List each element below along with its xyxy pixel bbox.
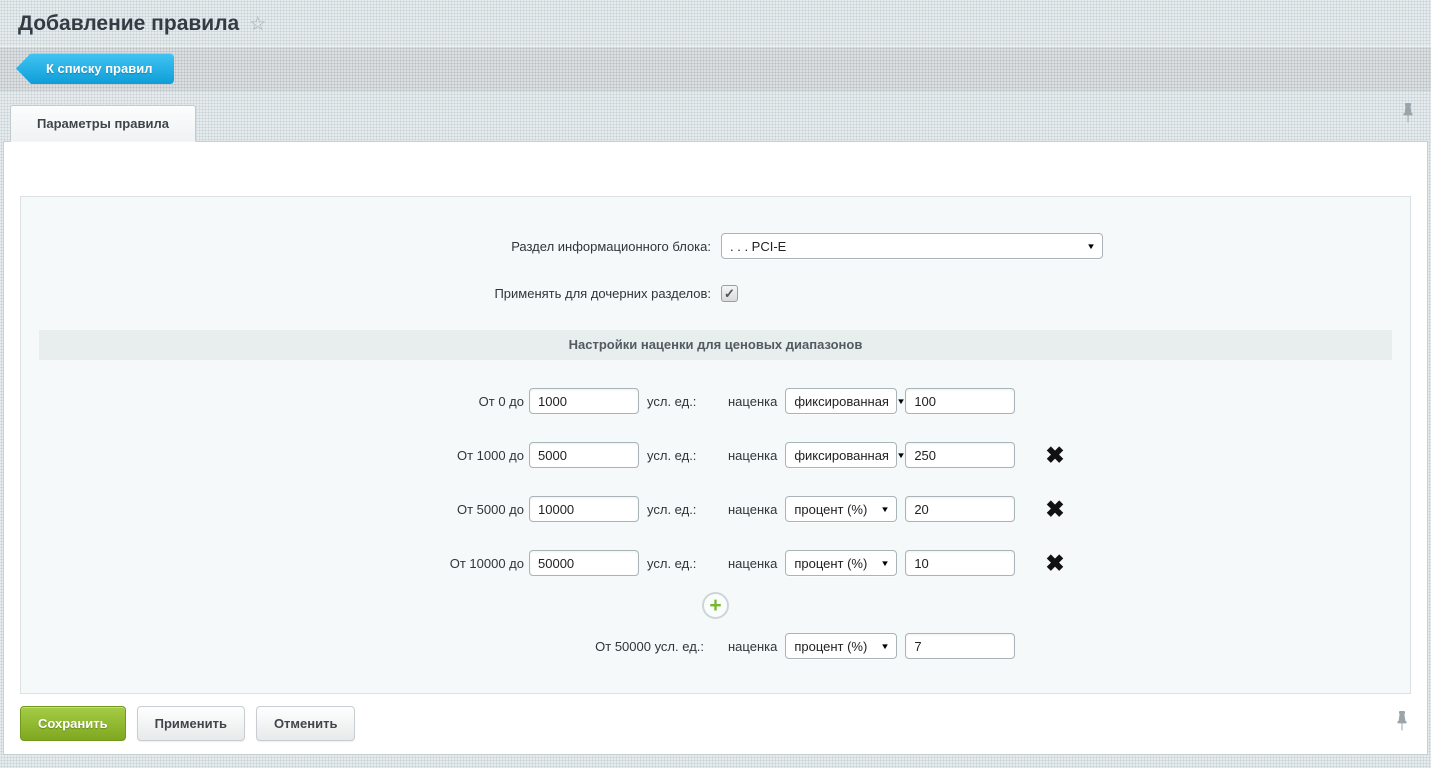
page-title: Добавление правила [18,12,239,36]
tab-strip: Параметры правила [0,98,1431,141]
markup-type-value: процент (%) [794,556,867,571]
form-panel: Раздел информационного блока: . . . PCI-… [20,196,1411,694]
favorite-star-icon[interactable]: ☆ [249,13,266,36]
pin-icon-glyph [1395,711,1409,732]
markup-label: наценка [728,502,777,517]
markup-label: наценка [728,556,777,571]
markup-type-select[interactable]: процент (%) ▼ [785,550,897,576]
range-from-label: От 10000 до [21,556,529,571]
markup-type-select[interactable]: фиксированная ▼ [785,442,897,468]
form-content: Раздел информационного блока: . . . PCI-… [3,141,1428,755]
units-label: усл. ед.: [647,448,704,463]
apply-children-label: Применять для дочерних разделов: [21,286,711,301]
toolbar: К списку правил [0,46,1431,91]
apply-children-row: Применять для дочерних разделов: ✓ [21,285,1410,302]
markup-type-value: процент (%) [794,639,867,654]
markup-value-input[interactable] [905,550,1015,576]
pin-icon-glyph [1401,103,1415,124]
remove-row-button[interactable]: ✖ [1045,444,1064,467]
units-label: усл. ед.: [647,394,704,409]
apply-button[interactable]: Применить [137,706,245,741]
dropdown-arrow-icon: ▼ [896,397,906,406]
tab-rule-parameters[interactable]: Параметры правила [10,105,196,142]
markup-type-select[interactable]: процент (%) ▼ [785,496,897,522]
final-range-label: От 50000 усл. ед.: [21,639,704,654]
markup-type-select[interactable]: фиксированная ▼ [785,388,897,414]
price-range-row: От 10000 до усл. ед.: наценка процент (%… [21,550,1410,576]
back-to-list-button[interactable]: К списку правил [16,53,174,84]
units-label: усл. ед.: [647,502,704,517]
cancel-button[interactable]: Отменить [256,706,356,741]
markup-value-input[interactable] [905,388,1015,414]
dropdown-arrow-icon: ▼ [896,451,906,460]
range-from-label: От 5000 до [21,502,529,517]
checkmark-icon: ✓ [724,287,735,300]
markup-value-input[interactable] [905,496,1015,522]
remove-row-button[interactable]: ✖ [1045,498,1064,521]
iblock-section-label: Раздел информационного блока: [21,239,711,254]
footer-action-bar: Сохранить Применить Отменить [4,694,1427,754]
dropdown-arrow-icon: ▼ [1086,242,1096,251]
dropdown-arrow-icon: ▼ [881,559,891,568]
ranges-section-header: Настройки наценки для ценовых диапазонов [39,330,1392,360]
range-from-label: От 1000 до [21,448,529,463]
iblock-section-select-value: . . . PCI-E [730,239,786,254]
units-label: усл. ед.: [647,556,704,571]
markup-label: наценка [728,394,777,409]
pin-icon[interactable] [1395,711,1409,737]
markup-type-value: фиксированная [794,394,889,409]
range-to-input[interactable] [529,550,639,576]
markup-value-input[interactable] [905,442,1015,468]
range-to-input[interactable] [529,442,639,468]
markup-value-input[interactable] [905,633,1015,659]
add-row-button[interactable]: + [702,592,729,619]
page-header: Добавление правила ☆ [0,0,1431,40]
markup-type-value: процент (%) [794,502,867,517]
markup-label: наценка [728,448,777,463]
pin-icon[interactable] [1401,103,1415,129]
markup-type-select[interactable]: процент (%) ▼ [785,633,897,659]
save-button[interactable]: Сохранить [20,706,126,741]
remove-row-button[interactable]: ✖ [1045,552,1064,575]
apply-children-checkbox[interactable]: ✓ [721,285,738,302]
markup-label: наценка [728,639,777,654]
price-range-final-row: От 50000 усл. ед.: наценка процент (%) ▼ [21,633,1410,659]
dropdown-arrow-icon: ▼ [881,505,891,514]
range-from-label: От 0 до [21,394,529,409]
range-to-input[interactable] [529,496,639,522]
markup-type-value: фиксированная [794,448,889,463]
price-range-row: От 1000 до усл. ед.: наценка фиксированн… [21,442,1410,468]
price-range-row: От 0 до усл. ед.: наценка фиксированная … [21,388,1410,414]
price-range-row: От 5000 до усл. ед.: наценка процент (%)… [21,496,1410,522]
dropdown-arrow-icon: ▼ [881,642,891,651]
iblock-section-select[interactable]: . . . PCI-E ▼ [721,233,1103,259]
range-to-input[interactable] [529,388,639,414]
iblock-section-row: Раздел информационного блока: . . . PCI-… [21,233,1410,259]
